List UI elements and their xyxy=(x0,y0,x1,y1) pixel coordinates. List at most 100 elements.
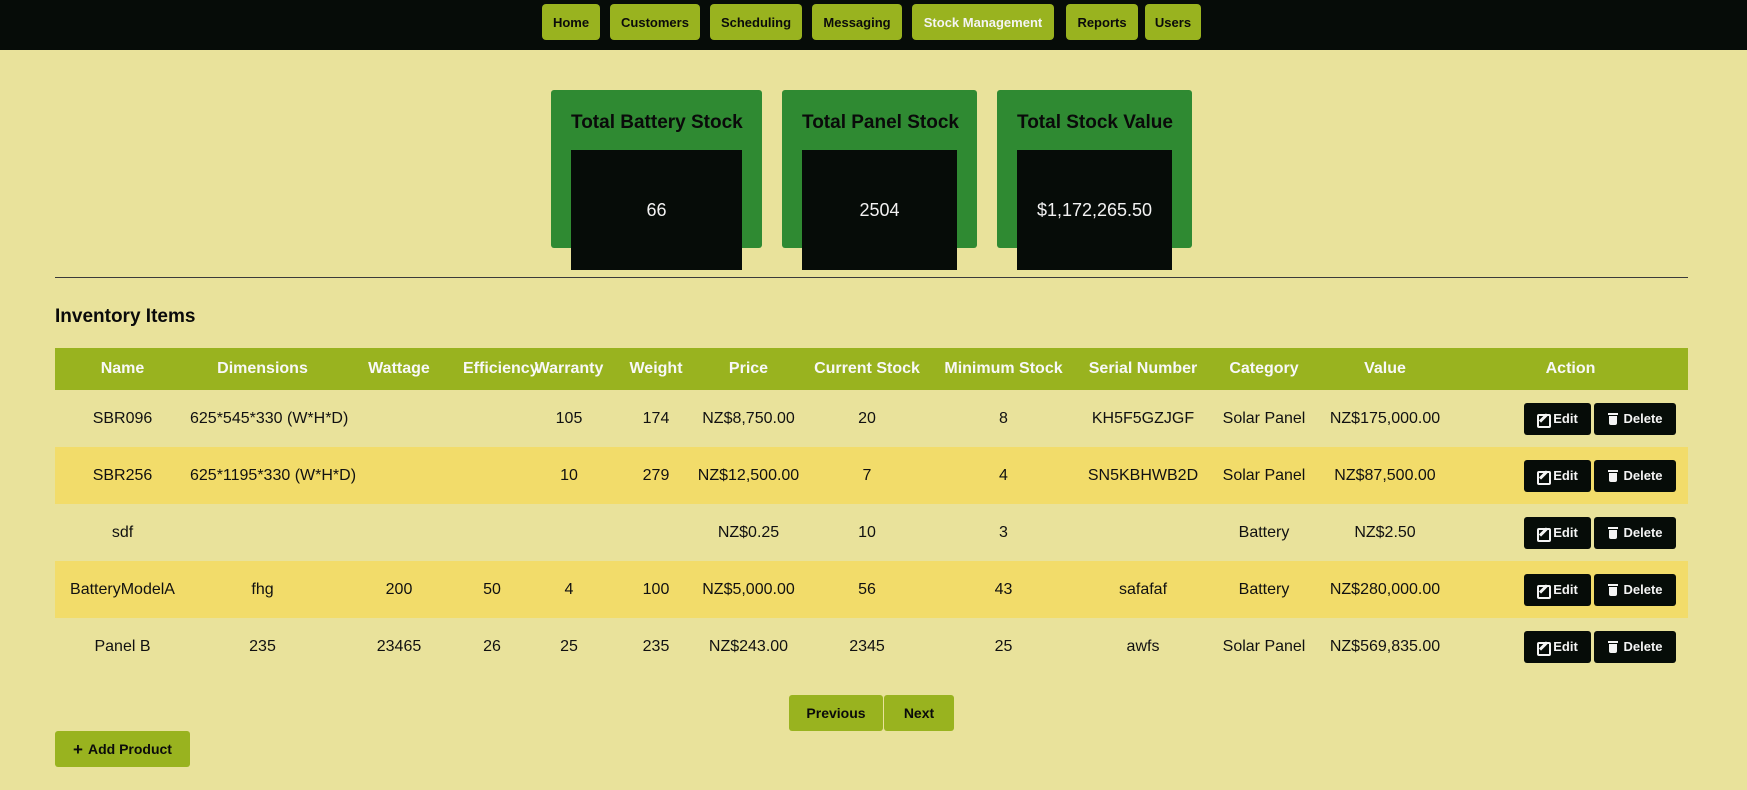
plus-icon: + xyxy=(73,739,83,759)
trash-icon xyxy=(1607,469,1619,482)
cell-dimensions xyxy=(190,504,335,561)
cell-action: Edit Delete xyxy=(1453,390,1688,447)
stock-value-card: Total Stock Value $1,172,265.50 xyxy=(997,90,1192,270)
cell-category: Battery xyxy=(1211,561,1317,618)
cell-serial-number: safafaf xyxy=(1075,561,1211,618)
stock-value-title: Total Stock Value xyxy=(1017,112,1173,133)
cell-name: SBR096 xyxy=(55,390,190,447)
cell-weight xyxy=(617,504,695,561)
edit-button[interactable]: Edit xyxy=(1524,516,1591,549)
delete-button[interactable]: Delete xyxy=(1594,459,1676,492)
cell-dimensions: 235 xyxy=(190,618,335,675)
nav-stock-management-button[interactable]: Stock Management xyxy=(912,4,1054,40)
edit-button[interactable]: Edit xyxy=(1524,630,1591,663)
cell-name: Panel B xyxy=(55,618,190,675)
nav-scheduling-button[interactable]: Scheduling xyxy=(710,4,802,40)
cell-minimum-stock: 8 xyxy=(932,390,1075,447)
cell-name: BatteryModelA xyxy=(55,561,190,618)
edit-icon xyxy=(1537,413,1552,428)
cell-minimum-stock: 43 xyxy=(932,561,1075,618)
delete-button[interactable]: Delete xyxy=(1594,516,1676,549)
panel-stock-title: Total Panel Stock xyxy=(802,112,959,133)
previous-page-button[interactable]: Previous xyxy=(789,695,883,731)
cell-wattage xyxy=(335,504,463,561)
edit-icon xyxy=(1537,641,1552,656)
cell-current-stock: 2345 xyxy=(802,618,932,675)
add-product-label: Add Product xyxy=(87,741,172,757)
nav-users-button[interactable]: Users xyxy=(1145,4,1201,40)
table-row: SBR096 625*545*330 (W*H*D) 105 174 NZ$8,… xyxy=(55,390,1688,447)
table-row: SBR256 625*1195*330 (W*H*D) 10 279 NZ$12… xyxy=(55,447,1688,504)
edit-label: Edit xyxy=(1553,468,1578,483)
panel-stock-value: 2504 xyxy=(802,150,957,270)
column-header: Price xyxy=(695,348,802,390)
cell-serial-number: KH5F5GZJGF xyxy=(1075,390,1211,447)
column-header: Category xyxy=(1211,348,1317,390)
delete-button[interactable]: Delete xyxy=(1594,573,1676,606)
cell-price: NZ$12,500.00 xyxy=(695,447,802,504)
delete-button[interactable]: Delete xyxy=(1594,630,1676,663)
delete-label: Delete xyxy=(1623,411,1663,426)
table-row: BatteryModelA fhg 200 50 4 100 NZ$5,000.… xyxy=(55,561,1688,618)
cell-efficiency xyxy=(463,504,521,561)
delete-button[interactable]: Delete xyxy=(1594,402,1676,435)
cell-weight: 279 xyxy=(617,447,695,504)
cell-action: Edit Delete xyxy=(1453,504,1688,561)
cell-category: Solar Panel xyxy=(1211,618,1317,675)
column-header: Minimum Stock xyxy=(932,348,1075,390)
cell-price: NZ$8,750.00 xyxy=(695,390,802,447)
top-navigation-bar: Home Customers Scheduling Messaging Stoc… xyxy=(0,0,1747,50)
cell-category: Solar Panel xyxy=(1211,390,1317,447)
cell-efficiency: 26 xyxy=(463,618,521,675)
column-header: Efficiency xyxy=(463,348,539,390)
cell-value: NZ$87,500.00 xyxy=(1317,447,1453,504)
cell-price: NZ$5,000.00 xyxy=(695,561,802,618)
table-row: sdf NZ$0.25 10 3 Battery NZ$2.50 Edit De… xyxy=(55,504,1688,561)
delete-label: Delete xyxy=(1623,468,1663,483)
trash-icon xyxy=(1607,640,1619,653)
stock-value-value: $1,172,265.50 xyxy=(1017,150,1172,270)
edit-label: Edit xyxy=(1553,639,1578,654)
cell-value: NZ$280,000.00 xyxy=(1317,561,1453,618)
column-header: Value xyxy=(1317,348,1453,390)
cell-current-stock: 20 xyxy=(802,390,932,447)
edit-button[interactable]: Edit xyxy=(1524,402,1591,435)
add-product-button[interactable]: + Add Product xyxy=(55,731,190,767)
delete-label: Delete xyxy=(1623,582,1663,597)
cell-weight: 100 xyxy=(617,561,695,618)
column-header: Dimensions xyxy=(190,348,335,390)
cell-value: NZ$2.50 xyxy=(1317,504,1453,561)
edit-label: Edit xyxy=(1553,582,1578,597)
edit-label: Edit xyxy=(1553,525,1578,540)
inventory-title: Inventory Items xyxy=(55,306,196,327)
cell-dimensions: 625*1195*330 (W*H*D) xyxy=(190,447,356,504)
next-page-button[interactable]: Next xyxy=(884,695,954,731)
cell-value: NZ$569,835.00 xyxy=(1317,618,1453,675)
cell-efficiency xyxy=(463,447,521,504)
nav-messaging-button[interactable]: Messaging xyxy=(812,4,902,40)
column-header: Warranty xyxy=(521,348,617,390)
table-header-row: Name Dimensions Wattage Efficiency Warra… xyxy=(55,348,1688,390)
battery-stock-title: Total Battery Stock xyxy=(571,112,743,133)
nav-reports-button[interactable]: Reports xyxy=(1066,4,1138,40)
nav-home-button[interactable]: Home xyxy=(542,4,600,40)
edit-button[interactable]: Edit xyxy=(1524,459,1591,492)
cell-minimum-stock: 3 xyxy=(932,504,1075,561)
delete-label: Delete xyxy=(1623,525,1663,540)
nav-customers-button[interactable]: Customers xyxy=(610,4,700,40)
cell-efficiency: 50 xyxy=(463,561,521,618)
cell-price: NZ$243.00 xyxy=(695,618,802,675)
column-header: Name xyxy=(55,348,190,390)
cell-current-stock: 7 xyxy=(802,447,932,504)
cell-minimum-stock: 4 xyxy=(932,447,1075,504)
battery-stock-value: 66 xyxy=(571,150,742,270)
trash-icon xyxy=(1607,583,1619,596)
delete-label: Delete xyxy=(1623,639,1663,654)
cell-price: NZ$0.25 xyxy=(695,504,802,561)
trash-icon xyxy=(1607,412,1619,425)
edit-label: Edit xyxy=(1553,411,1578,426)
edit-button[interactable]: Edit xyxy=(1524,573,1591,606)
cell-weight: 235 xyxy=(617,618,695,675)
edit-icon xyxy=(1537,527,1552,542)
cell-category: Solar Panel xyxy=(1211,447,1317,504)
